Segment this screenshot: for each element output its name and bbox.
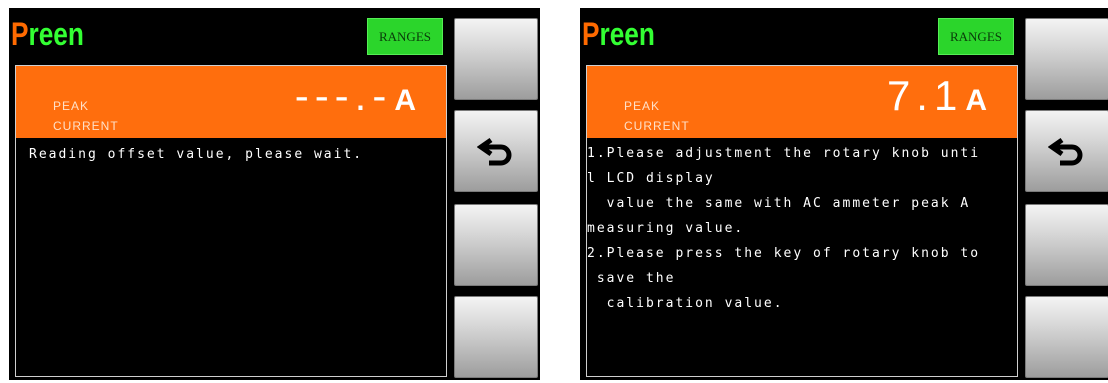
value-bar: PEAK CURRENT 7.1A <box>587 66 1017 138</box>
measurement-label: PEAK CURRENT <box>53 96 119 136</box>
status-message: Reading offset value, please wait. <box>29 147 364 162</box>
value-unit: A <box>965 84 987 117</box>
lcd-screen-left: Preen RANGES PEAK CURRENT ---.-A Reading… <box>9 8 540 380</box>
instruction-message: 1.Please adjustment the rotary knob unti… <box>587 146 981 311</box>
value-unit: A <box>394 84 416 117</box>
soft-key-3[interactable] <box>454 204 538 286</box>
brand-letters: reen <box>599 16 655 52</box>
soft-key-1[interactable] <box>1025 18 1108 100</box>
display-area: PEAK CURRENT ---.-A Reading offset value… <box>15 65 447 377</box>
brand-logo: Preen <box>582 16 655 53</box>
return-arrow-icon <box>477 137 512 166</box>
ranges-button[interactable]: RANGES <box>367 18 443 55</box>
brand-letters: reen <box>28 16 84 52</box>
measurement-label-line2: CURRENT <box>624 119 690 133</box>
value-number: ---.- <box>294 72 393 119</box>
measurement-value: 7.1A <box>887 72 987 120</box>
lcd-screen-right: Preen RANGES PEAK CURRENT 7.1A 1.Please … <box>580 8 1108 380</box>
brand-letter-p: P <box>11 16 29 52</box>
back-button[interactable] <box>1025 110 1108 192</box>
measurement-value: ---.-A <box>295 72 416 120</box>
value-bar: PEAK CURRENT ---.-A <box>16 66 446 138</box>
soft-key-4[interactable] <box>454 296 538 378</box>
measurement-label: PEAK CURRENT <box>624 96 690 136</box>
back-button[interactable] <box>454 110 538 192</box>
value-number: 7.1 <box>886 72 964 119</box>
soft-key-4[interactable] <box>1025 296 1108 378</box>
display-area: PEAK CURRENT 7.1A 1.Please adjustment th… <box>586 65 1018 377</box>
soft-key-3[interactable] <box>1025 204 1108 286</box>
ranges-button[interactable]: RANGES <box>938 18 1014 55</box>
brand-letter-p: P <box>582 16 600 52</box>
measurement-label-line1: PEAK <box>624 99 661 113</box>
measurement-label-line1: PEAK <box>53 99 90 113</box>
brand-logo: Preen <box>11 16 84 53</box>
measurement-label-line2: CURRENT <box>53 119 119 133</box>
soft-key-1[interactable] <box>454 18 538 100</box>
return-arrow-icon <box>1048 137 1083 166</box>
